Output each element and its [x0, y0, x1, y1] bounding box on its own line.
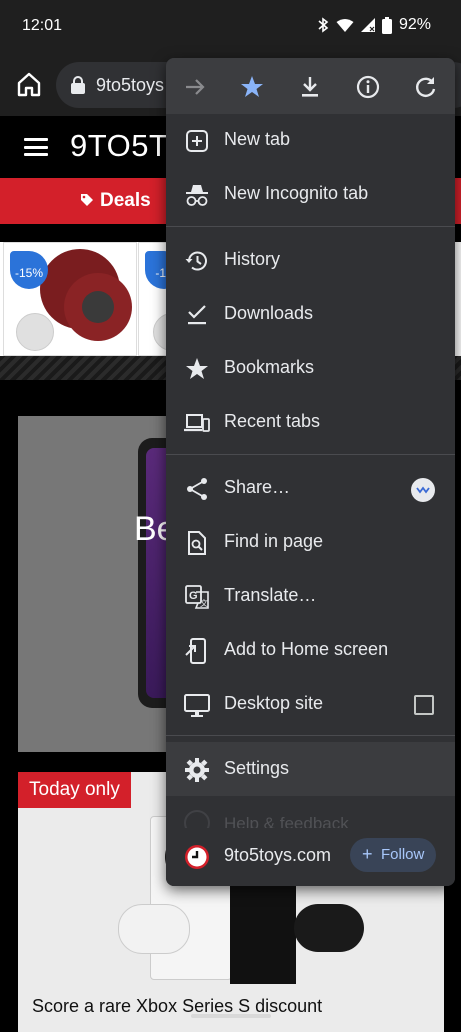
menu-item-add-to-home-screen[interactable]: Add to Home screen — [166, 623, 455, 677]
menu-footer: 9to5toys.com + Follow — [166, 828, 455, 886]
discount-badge: -15% — [10, 251, 48, 289]
menu-item-label: Find in page — [224, 531, 324, 551]
refresh-icon[interactable] — [413, 74, 439, 100]
headphone-thumb — [16, 313, 54, 351]
menu-item-label: Settings — [224, 758, 290, 778]
menu-divider — [166, 454, 455, 455]
home-icon[interactable] — [14, 69, 44, 99]
new-tab-icon — [186, 130, 208, 152]
menu-item-new-tab[interactable]: New tab — [166, 113, 455, 167]
menu-item-recent-tabs[interactable]: Recent tabs — [166, 395, 455, 449]
status-time: 12:01 — [22, 17, 63, 34]
menu-item-label: Desktop site — [224, 693, 324, 713]
find-in-page-icon — [188, 531, 206, 555]
menu-item-label: Translate… — [224, 585, 317, 605]
add-to-home-icon — [185, 638, 206, 664]
menu-icon-row — [166, 58, 455, 114]
battery-percent: 92% — [398, 16, 431, 33]
menu-item-label: New Incognito tab — [224, 183, 369, 203]
site-favicon-icon — [185, 845, 209, 869]
menu-item-label: Add to Home screen — [224, 639, 389, 659]
menu-item-translate[interactable]: G文 Translate… — [166, 569, 455, 623]
bookmarks-icon — [186, 358, 208, 379]
incognito-icon — [186, 185, 208, 206]
lock-icon — [71, 76, 85, 94]
menu-item-bookmarks[interactable]: Bookmarks — [166, 341, 455, 395]
today-only-badge: Today only — [18, 772, 131, 808]
signal-icon — [360, 18, 375, 32]
bookmark-star-icon[interactable] — [239, 74, 265, 100]
tag-icon — [81, 194, 93, 206]
white-controller-image — [118, 904, 190, 954]
follow-button[interactable]: + Follow — [350, 838, 436, 872]
menu-item-label: Bookmarks — [224, 357, 315, 377]
recent-tabs-icon — [184, 414, 210, 432]
menu-item-label: Share… — [224, 477, 291, 497]
bluetooth-icon — [318, 17, 329, 33]
desktop-site-checkbox[interactable] — [414, 695, 434, 715]
deals-link[interactable]: Deals — [100, 190, 151, 212]
article-caption: Score a rare Xbox Series S discount — [32, 996, 323, 1016]
menu-item-find-in-page[interactable]: Find in page — [166, 515, 455, 569]
forward-icon[interactable] — [182, 74, 208, 100]
footer-site-name: 9to5toys.com — [224, 845, 332, 865]
earpad-center — [82, 291, 114, 323]
menu-item-new-incognito-tab[interactable]: New Incognito tab — [166, 167, 455, 221]
svg-text:文: 文 — [200, 598, 208, 608]
black-controller-image — [294, 904, 364, 952]
browser-overflow-menu: New tab New Incognito tab History Downlo… — [166, 58, 455, 886]
desktop-site-icon — [184, 694, 210, 717]
url-text: 9to5toys — [96, 75, 165, 95]
downloads-icon — [188, 305, 206, 325]
download-icon[interactable] — [297, 74, 323, 100]
quick-share-icon[interactable] — [411, 478, 435, 502]
status-bar: 12:01 92% — [0, 0, 461, 52]
history-icon — [185, 251, 207, 271]
menu-item-label: Downloads — [224, 303, 314, 323]
plus-icon: + — [362, 844, 373, 864]
wifi-icon — [336, 18, 354, 32]
menu-item-label: History — [224, 249, 281, 269]
menu-item-desktop-site[interactable]: Desktop site — [166, 677, 455, 731]
hamburger-menu-icon[interactable] — [24, 138, 48, 156]
info-icon[interactable] — [355, 74, 381, 100]
settings-icon — [185, 758, 209, 782]
menu-divider — [166, 735, 455, 736]
battery-icon — [381, 16, 392, 34]
menu-item-label: Recent tabs — [224, 411, 321, 431]
follow-label: Follow — [381, 846, 425, 863]
menu-item-label: New tab — [224, 129, 291, 149]
menu-item-settings[interactable]: Settings — [166, 742, 455, 796]
translate-icon: G文 — [185, 585, 209, 609]
menu-item-share[interactable]: Share… — [166, 461, 455, 515]
gesture-home-indicator[interactable] — [191, 1014, 271, 1018]
share-icon — [187, 478, 207, 500]
status-icons: 92% — [317, 16, 431, 34]
menu-item-downloads[interactable]: Downloads — [166, 287, 455, 341]
menu-divider — [166, 226, 455, 227]
ad-card[interactable]: -15% — [3, 242, 137, 356]
menu-item-history[interactable]: History — [166, 233, 455, 287]
